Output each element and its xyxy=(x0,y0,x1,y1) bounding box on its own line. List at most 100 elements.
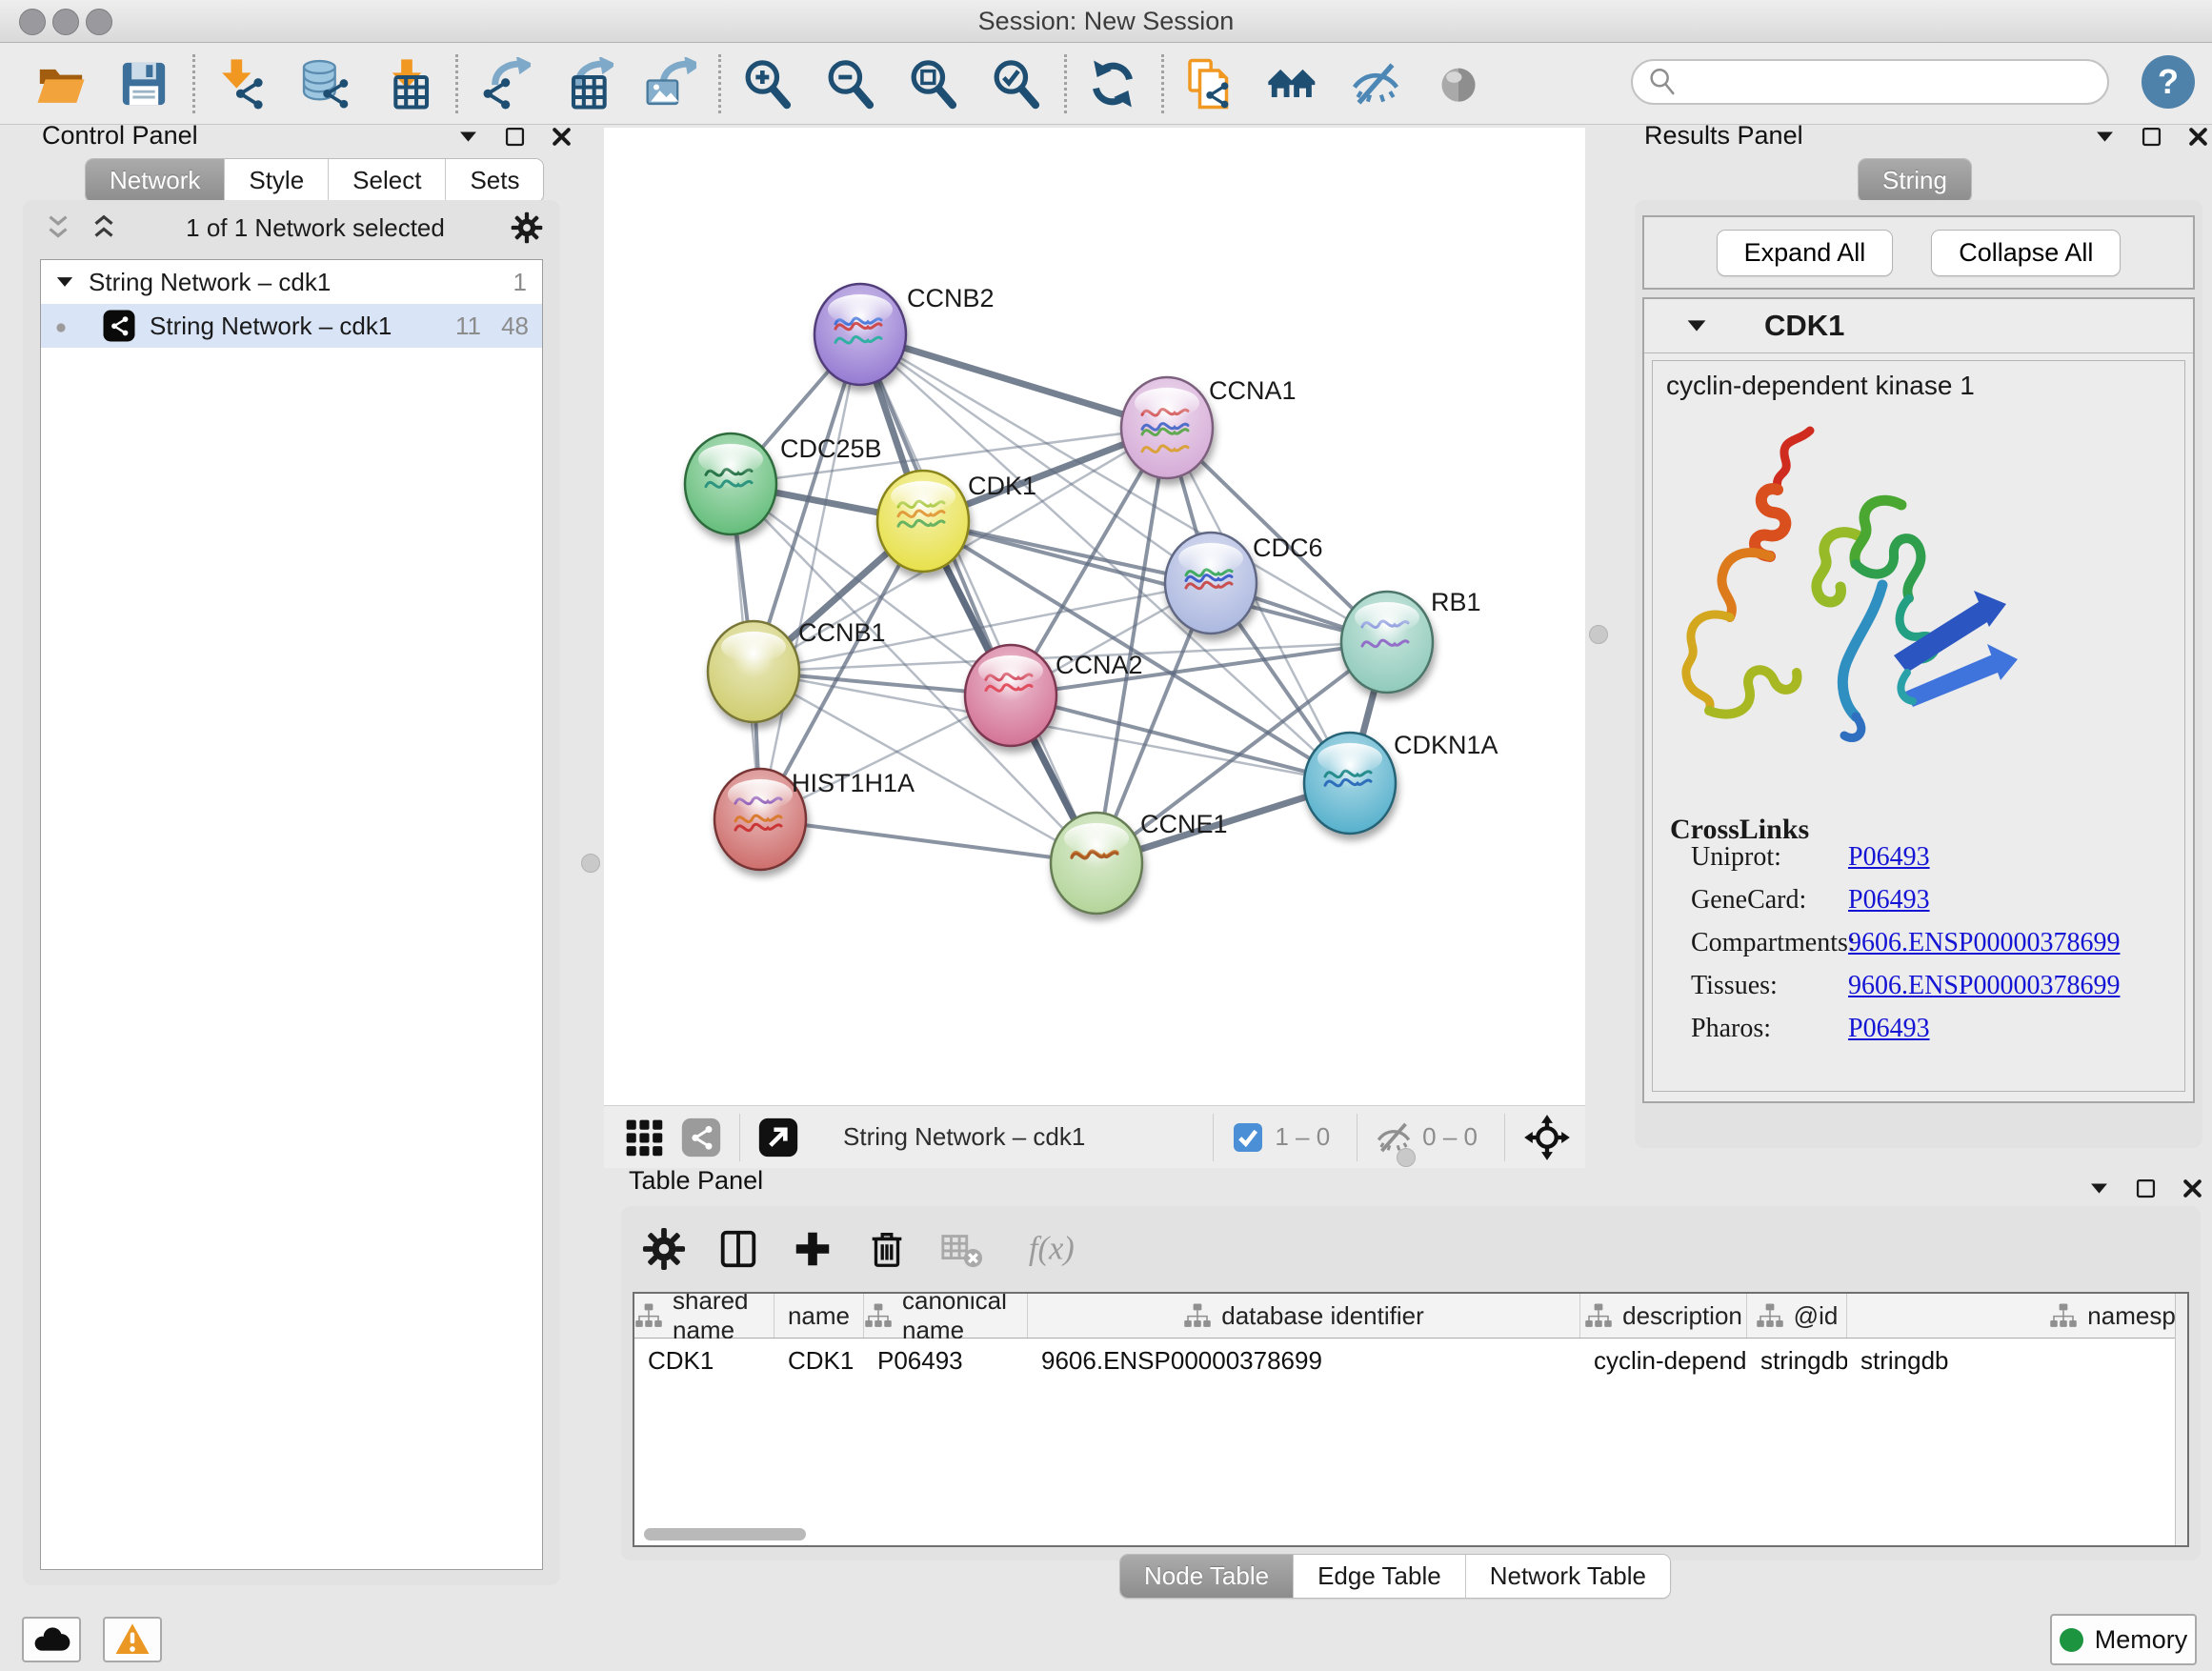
table-horizontal-scrollbar[interactable] xyxy=(644,1528,806,1540)
hide-panel-button[interactable] xyxy=(1349,57,1402,111)
import-database-button[interactable] xyxy=(297,57,351,111)
network-row-selected[interactable]: String Network – cdk1 11 48 xyxy=(41,304,542,348)
tab-network[interactable]: Network xyxy=(86,159,224,202)
table-cell[interactable]: CDK1 xyxy=(774,1339,864,1382)
results-tab-string[interactable]: String xyxy=(1859,159,1971,202)
network-canvas[interactable]: CCNB2CCNA1CDC25BCDK1CDC6RB1CCNB1CCNA2CDK… xyxy=(604,128,1585,1105)
collection-expander-icon[interactable] xyxy=(52,270,77,294)
column-header--id[interactable]: @id xyxy=(1747,1294,1847,1338)
right-splitter-handle[interactable] xyxy=(1589,625,1608,644)
birds-eye-view-icon[interactable] xyxy=(623,1117,665,1158)
zoom-in-button[interactable] xyxy=(740,57,794,111)
memory-button[interactable]: Memory xyxy=(2050,1614,2197,1665)
network-edge-CCNB2-HIST1H1A[interactable] xyxy=(760,334,860,819)
cloud-button[interactable] xyxy=(22,1617,81,1662)
crosslink-link[interactable]: P06493 xyxy=(1848,1014,1930,1044)
table-cell[interactable]: P06493 xyxy=(864,1339,1028,1382)
table-cell[interactable]: CDK1 xyxy=(634,1339,774,1382)
network-edge-HIST1H1A-CCNE1[interactable] xyxy=(760,819,1096,863)
warnings-button[interactable] xyxy=(103,1617,162,1662)
zoom-fit-button[interactable] xyxy=(906,57,959,111)
table-panel-menu-icon[interactable] xyxy=(2086,1176,2112,1201)
tab-select[interactable]: Select xyxy=(328,159,445,202)
results-panel-float-icon[interactable] xyxy=(2139,124,2164,150)
crosslink-link[interactable]: 9606.ENSP00000378699 xyxy=(1848,928,2120,958)
expand-all-icon[interactable] xyxy=(88,211,120,244)
export-image-button[interactable] xyxy=(643,57,696,111)
table-cell[interactable]: cyclin-dependent ... xyxy=(1580,1339,1747,1382)
export-network-button[interactable] xyxy=(477,57,531,111)
search-field[interactable] xyxy=(1631,59,2109,105)
selected-items-icon[interactable] xyxy=(1231,1120,1265,1155)
open-folder-button[interactable] xyxy=(34,57,88,111)
left-splitter-handle[interactable] xyxy=(581,854,600,873)
help-button[interactable]: ? xyxy=(2142,55,2195,109)
zoom-out-button[interactable] xyxy=(823,57,876,111)
add-column-button[interactable] xyxy=(791,1227,835,1271)
zoom-selected-button[interactable] xyxy=(989,57,1042,111)
function-builder-button: f(x) xyxy=(1014,1227,1084,1271)
tab-style[interactable]: Style xyxy=(224,159,328,202)
node-entry-header[interactable]: CDK1 xyxy=(1644,299,2193,353)
search-input[interactable] xyxy=(1686,62,2094,102)
control-panel-menu-icon[interactable] xyxy=(455,124,481,150)
show-panel-button[interactable] xyxy=(1432,57,1485,111)
crosslink-link[interactable]: 9606.ENSP00000378699 xyxy=(1848,971,2120,1001)
table-tab-edge-table[interactable]: Edge Table xyxy=(1293,1555,1465,1598)
table-cell[interactable]: stringdb:9... xyxy=(1747,1339,1847,1382)
tab-sets[interactable]: Sets xyxy=(445,159,543,202)
network-node-CDC6[interactable] xyxy=(1165,533,1257,634)
table-vertical-scrollbar[interactable] xyxy=(2175,1294,2187,1545)
import-network-button[interactable] xyxy=(214,57,268,111)
table-panel-float-icon[interactable] xyxy=(2133,1176,2159,1201)
table-tab-node-table[interactable]: Node Table xyxy=(1120,1555,1293,1598)
split-columns-button[interactable] xyxy=(716,1227,760,1271)
fit-content-icon[interactable] xyxy=(1522,1113,1572,1162)
delete-column-button[interactable] xyxy=(865,1227,909,1271)
network-node-CDC25B[interactable] xyxy=(685,433,776,534)
network-node-CDK1[interactable] xyxy=(877,471,969,572)
network-node-RB1[interactable] xyxy=(1341,592,1433,693)
column-header-database-identifier[interactable]: database identifier xyxy=(1028,1294,1580,1338)
network-node-CCNE1[interactable] xyxy=(1051,813,1142,914)
network-node-CCNB1[interactable] xyxy=(708,621,799,722)
import-table-button[interactable] xyxy=(380,57,433,111)
crosslink-link[interactable]: P06493 xyxy=(1848,842,1930,873)
column-header-canonical-name[interactable]: canonical name xyxy=(864,1294,1028,1338)
table-cell[interactable]: stringdb xyxy=(1847,1339,2189,1382)
network-view-icon[interactable] xyxy=(680,1117,722,1158)
string-home-button[interactable] xyxy=(1266,57,1319,111)
entry-collapse-icon[interactable] xyxy=(1682,312,1711,340)
bottom-splitter-handle[interactable] xyxy=(1397,1148,1416,1167)
export-table-button[interactable] xyxy=(560,57,613,111)
control-panel-close-icon[interactable] xyxy=(549,124,574,150)
gear-icon[interactable] xyxy=(511,211,543,244)
crosslink-label: Tissues: xyxy=(1691,971,1778,1001)
detach-view-icon[interactable] xyxy=(757,1117,799,1158)
column-header-shared-name[interactable]: shared name xyxy=(634,1294,774,1338)
column-header-description[interactable]: description xyxy=(1580,1294,1747,1338)
network-node-CCNA1[interactable] xyxy=(1121,377,1213,478)
table-row[interactable]: CDK1CDK1P064939606.ENSP00000378699cyclin… xyxy=(634,1339,2189,1382)
network-node-CCNB2[interactable] xyxy=(814,284,906,385)
column-header-name[interactable]: name xyxy=(774,1294,864,1338)
table-panel-close-icon[interactable] xyxy=(2180,1176,2205,1201)
refresh-button[interactable] xyxy=(1086,57,1139,111)
network-node-CDKN1A[interactable] xyxy=(1304,733,1396,834)
control-panel-float-icon[interactable] xyxy=(502,124,528,150)
table-cell[interactable]: 9606.ENSP00000378699 xyxy=(1028,1339,1580,1382)
save-button[interactable] xyxy=(117,57,171,111)
column-header-namespace[interactable]: namespace xyxy=(1847,1294,2189,1338)
network-node-CCNA2[interactable] xyxy=(965,645,1056,746)
clone-network-button[interactable] xyxy=(1183,57,1237,111)
crosslink-link[interactable]: P06493 xyxy=(1848,885,1930,916)
collapse-all-icon[interactable] xyxy=(42,211,74,244)
results-panel-close-icon[interactable] xyxy=(2185,124,2211,150)
collapse-all-button[interactable]: Collapse All xyxy=(1931,230,2121,276)
results-panel-menu-icon[interactable] xyxy=(2092,124,2118,150)
network-edge-CCNB2-CCNA1[interactable] xyxy=(860,334,1167,428)
expand-all-button[interactable]: Expand All xyxy=(1717,230,1894,276)
network-collection-row[interactable]: String Network – cdk1 1 xyxy=(41,260,542,304)
table-tab-network-table[interactable]: Network Table xyxy=(1465,1555,1670,1598)
gear-button[interactable] xyxy=(642,1227,686,1271)
